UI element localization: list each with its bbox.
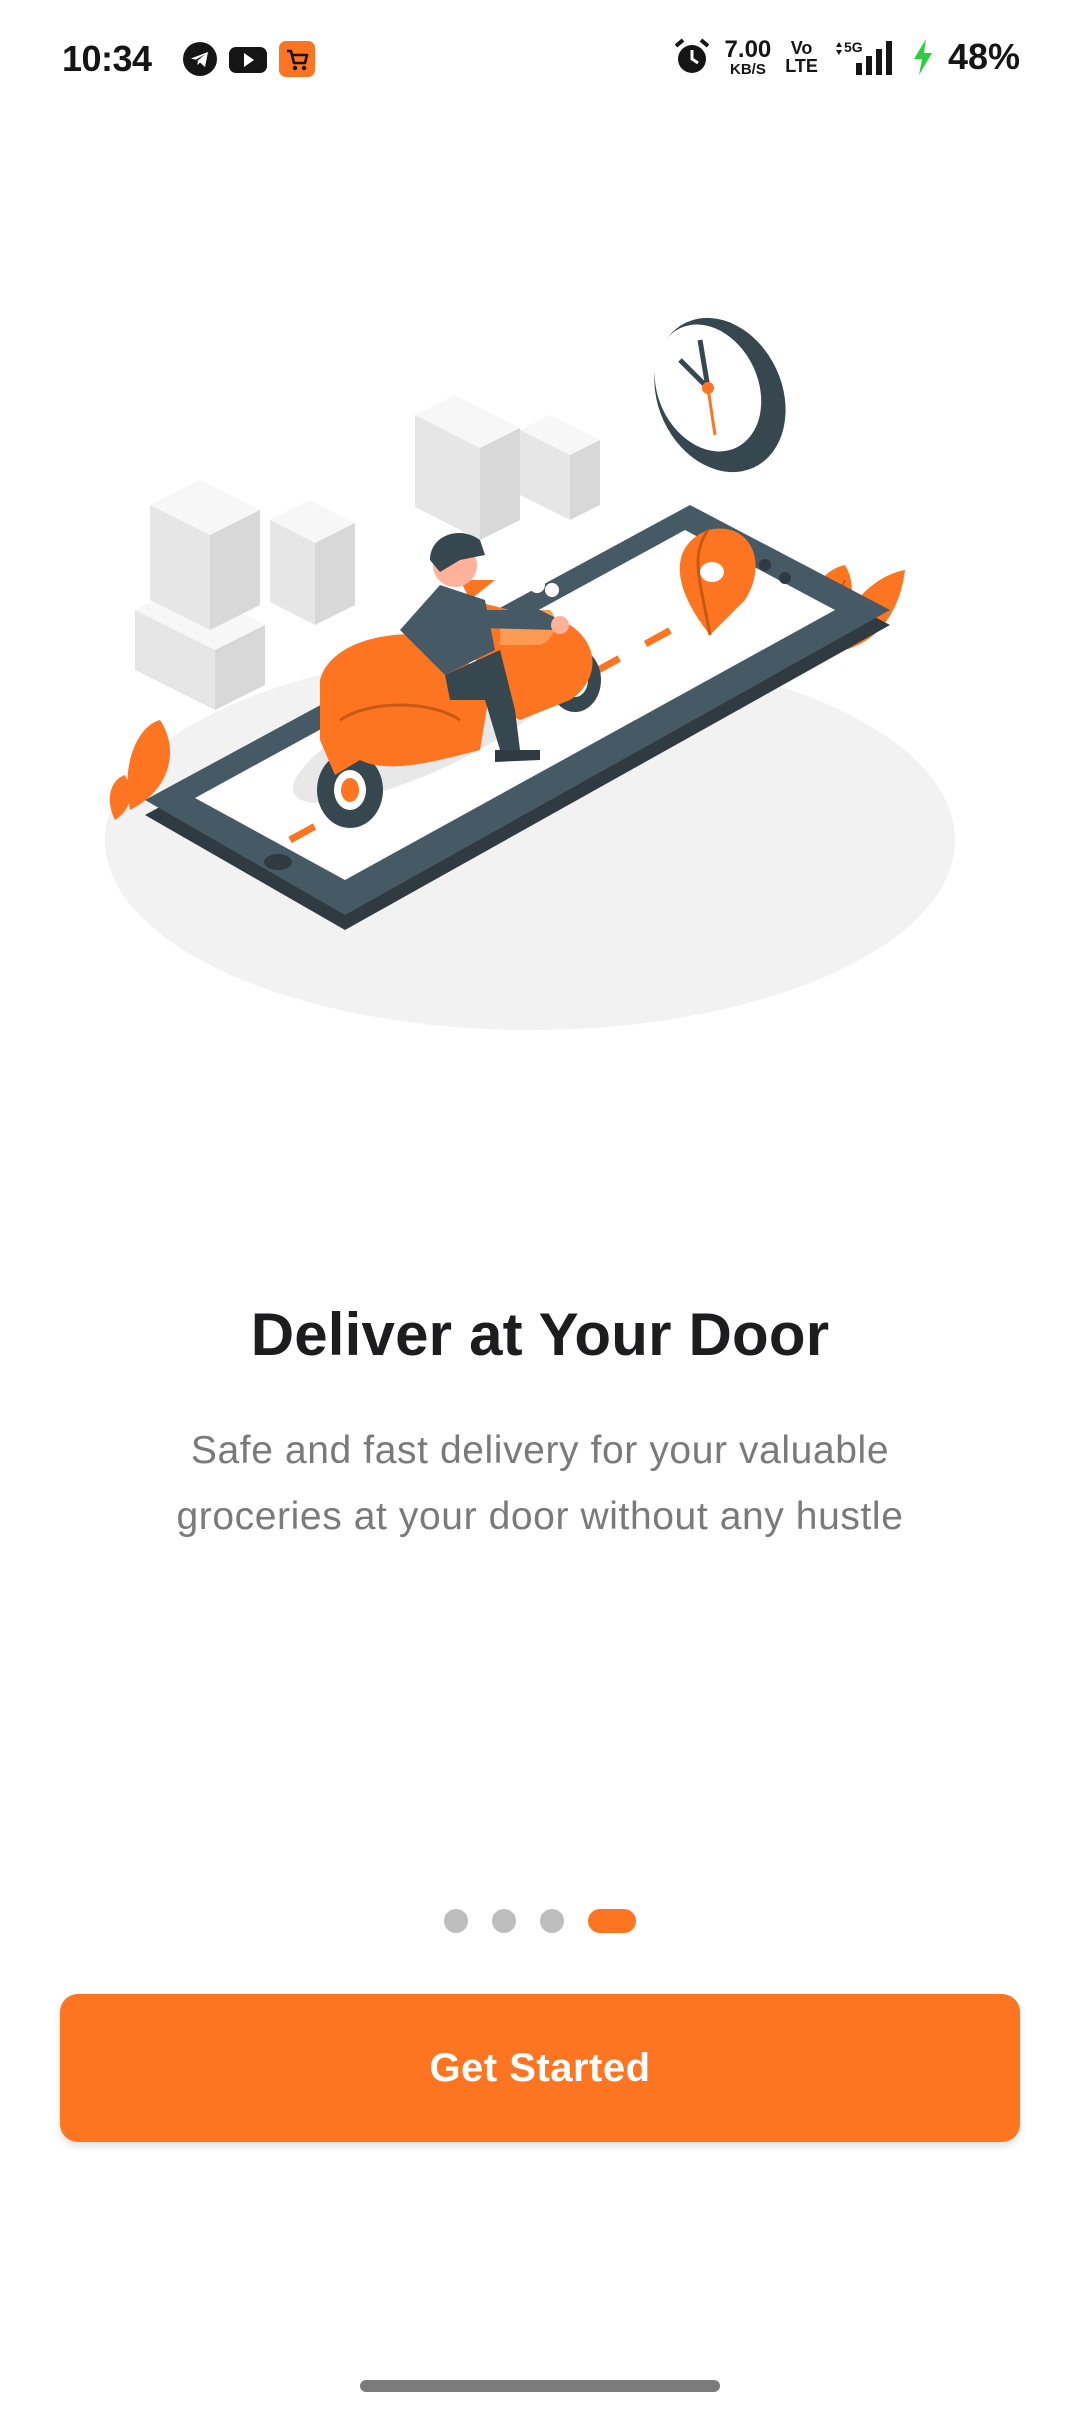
- clock-icon: [654, 317, 786, 473]
- page-dot-2[interactable]: [492, 1909, 516, 1933]
- network-speed-unit: KB/S: [729, 60, 766, 78]
- page-dot-1[interactable]: [444, 1909, 468, 1933]
- page-indicator: [0, 1909, 1080, 1933]
- notification-icons: [182, 40, 316, 78]
- status-bar: 10:34 7.00 KB/S Vo LTE 5G 48%: [0, 0, 1080, 124]
- battery-percentage: 48%: [947, 36, 1020, 77]
- signal-5g-icon: 5G: [835, 39, 892, 75]
- alarm-icon: [674, 38, 709, 73]
- youtube-icon: [229, 47, 267, 73]
- volte-indicator: Vo LTE: [785, 39, 818, 75]
- network-type-label: 5G: [844, 39, 863, 55]
- page-title: Deliver at Your Door: [250, 1301, 830, 1368]
- telegram-icon: [183, 42, 217, 76]
- network-speed: 7.00 KB/S: [724, 35, 772, 78]
- volte-top: Vo: [790, 38, 813, 58]
- page-dot-3[interactable]: [540, 1909, 564, 1933]
- page-dot-4-active[interactable]: [588, 1909, 636, 1933]
- delivery-illustration: [105, 317, 955, 1030]
- volte-bottom: LTE: [785, 56, 818, 76]
- home-indicator[interactable]: [360, 2380, 720, 2392]
- system-status: 7.00 KB/S Vo LTE 5G 48%: [673, 36, 1020, 78]
- shop-cart-icon: [279, 41, 315, 77]
- page-description: Safe and fast delivery for your valuable…: [176, 1429, 904, 1538]
- charging-icon: [913, 39, 932, 75]
- status-time: 10:34: [62, 38, 152, 79]
- network-speed-value: 7.00: [724, 35, 772, 63]
- get-started-button[interactable]: Get Started: [60, 1994, 1020, 2142]
- boxes-back-icon: [415, 395, 600, 540]
